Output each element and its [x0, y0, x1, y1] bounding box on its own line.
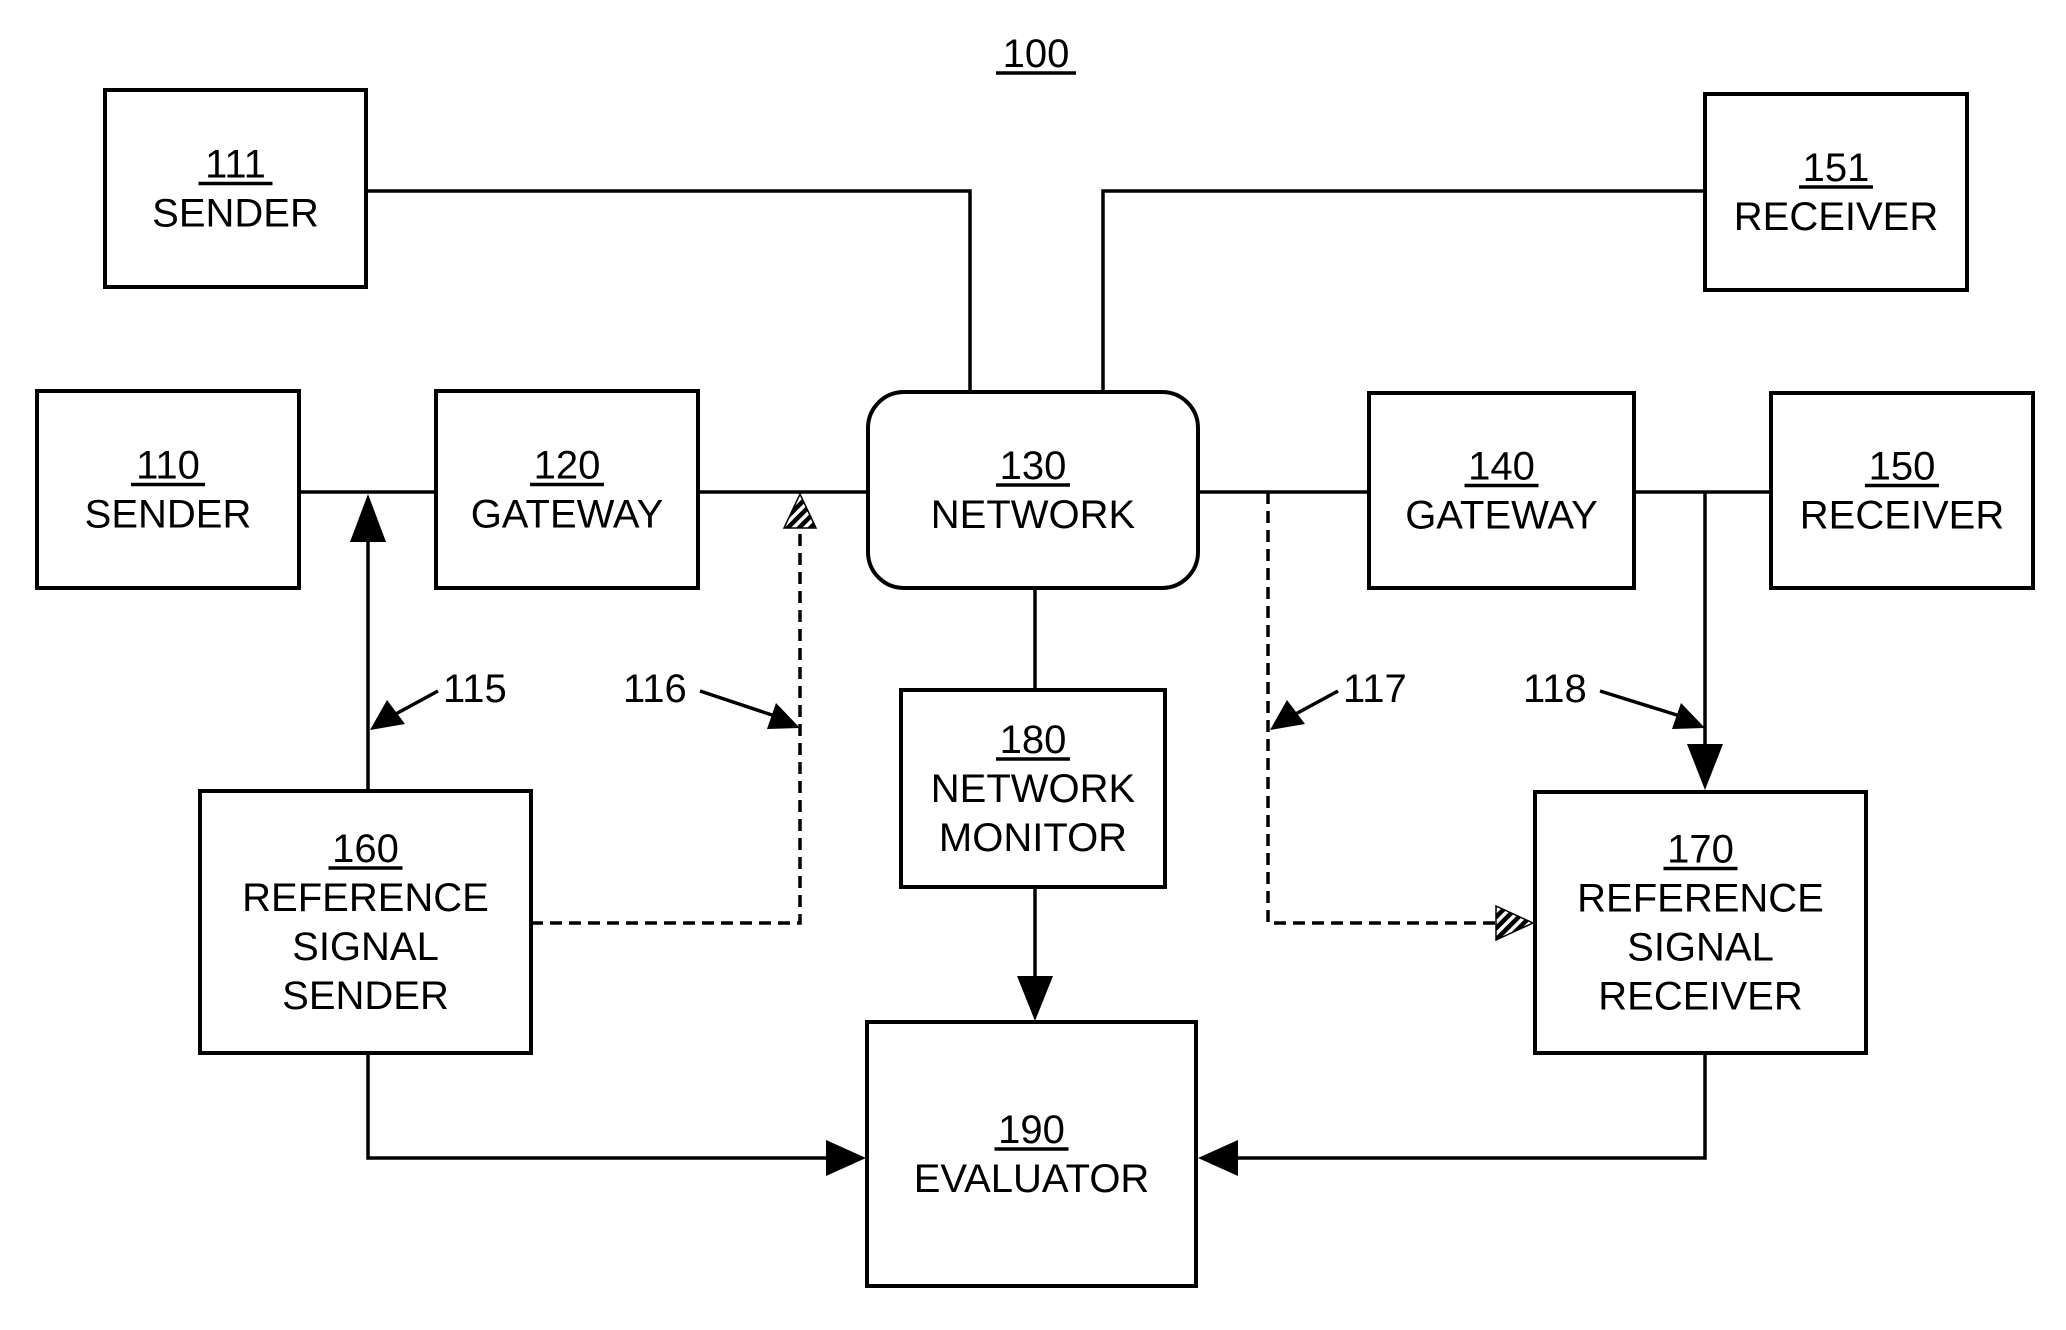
block-label: REFERENCE — [242, 876, 489, 920]
link-151-to-130 — [1101, 189, 1705, 391]
block-label: NETWORK — [931, 493, 1136, 537]
block-frame — [1367, 391, 1636, 590]
callout-115-leader — [391, 689, 439, 718]
callout-115-label: 115 — [443, 667, 507, 711]
block-180-network-monitor: 180 NETWORK MONITOR — [899, 688, 1167, 889]
callout-117: 117 — [1270, 667, 1407, 730]
block-number: 120 — [534, 444, 601, 488]
block-frame — [103, 88, 368, 289]
block-number: 151 — [1803, 146, 1870, 190]
block-label: RECEIVER — [1598, 975, 1803, 1019]
block-number: 130 — [1000, 444, 1067, 488]
block-label: MONITOR — [939, 816, 1127, 860]
callout-117-leader — [1291, 689, 1339, 718]
arrow-left-icon — [1198, 1140, 1238, 1176]
callout-118-label: 118 — [1523, 667, 1587, 711]
link-111-to-130 — [366, 189, 972, 391]
hatched-arrow-up-icon — [782, 492, 818, 529]
arrow-down-icon — [1687, 744, 1723, 790]
block-label: RECEIVER — [1800, 494, 2005, 538]
block-number: 111 — [205, 143, 266, 187]
block-number: 190 — [998, 1108, 1065, 1152]
figure-number-text: 100 — [1003, 32, 1070, 76]
block-frame — [35, 389, 301, 590]
pointer-arrow-icon — [370, 700, 405, 730]
callout-118: 118 — [1523, 667, 1705, 729]
block-number: 160 — [332, 827, 399, 871]
pointer-arrow-icon — [1270, 700, 1305, 730]
block-label: SENDER — [85, 493, 252, 537]
block-frame — [434, 389, 700, 590]
block-label: NETWORK — [931, 767, 1136, 811]
callout-118-leader — [1599, 689, 1681, 718]
arrow-up-icon — [350, 494, 386, 542]
pointer-arrow-icon — [767, 703, 800, 729]
callout-115: 115 — [370, 667, 507, 730]
block-frame — [1769, 391, 2035, 590]
block-120-gateway: 120 GATEWAY — [434, 389, 700, 590]
pointer-arrow-icon — [1672, 703, 1705, 729]
block-label: GATEWAY — [1405, 494, 1598, 538]
block-number: 170 — [1667, 828, 1734, 872]
block-frame — [865, 1020, 1198, 1288]
block-label: SENDER — [282, 974, 449, 1018]
block-190-evaluator: 190 EVALUATOR — [865, 1020, 1198, 1288]
callout-116-label: 116 — [623, 667, 687, 711]
hatched-arrow-right-icon — [1495, 904, 1535, 942]
block-label: EVALUATOR — [914, 1157, 1150, 1201]
block-frame — [866, 390, 1200, 590]
block-number: 110 — [136, 444, 200, 488]
block-label: RECEIVER — [1734, 195, 1939, 239]
block-110-sender: 110 SENDER — [35, 389, 301, 590]
block-label: SIGNAL — [292, 925, 439, 969]
block-label: SENDER — [152, 192, 319, 236]
block-number: 140 — [1468, 445, 1535, 489]
block-label: GATEWAY — [471, 493, 664, 537]
block-130-network: 130 NETWORK — [866, 390, 1200, 590]
link-170-to-190 — [1233, 1053, 1707, 1160]
block-label: REFERENCE — [1577, 877, 1824, 921]
block-170-reference-signal-receiver: 170 REFERENCE SIGNAL RECEIVER — [1533, 790, 1868, 1055]
block-label: SIGNAL — [1627, 926, 1774, 970]
block-111-sender: 111 SENDER — [103, 88, 368, 289]
callout-116: 116 — [623, 667, 800, 729]
arrow-right-icon — [826, 1140, 866, 1176]
block-160-reference-signal-sender: 160 REFERENCE SIGNAL SENDER — [198, 789, 533, 1055]
block-151-receiver: 151 RECEIVER — [1703, 92, 1969, 292]
block-number: 180 — [1000, 718, 1067, 762]
figure-number: 100 — [996, 32, 1076, 76]
callout-117-label: 117 — [1343, 667, 1407, 711]
block-number: 150 — [1869, 445, 1936, 489]
block-150-receiver: 150 RECEIVER — [1769, 391, 2035, 590]
link-160-to-190 — [366, 1053, 830, 1160]
arrow-down-icon — [1017, 976, 1053, 1021]
network-evaluation-diagram: 100 115 116 117 118 111SENDER 151RECEIVE… — [35, 32, 2035, 1288]
block-140-gateway: 140 GATEWAY — [1367, 391, 1636, 590]
block-frame — [1703, 92, 1969, 292]
callout-116-leader — [699, 689, 776, 718]
